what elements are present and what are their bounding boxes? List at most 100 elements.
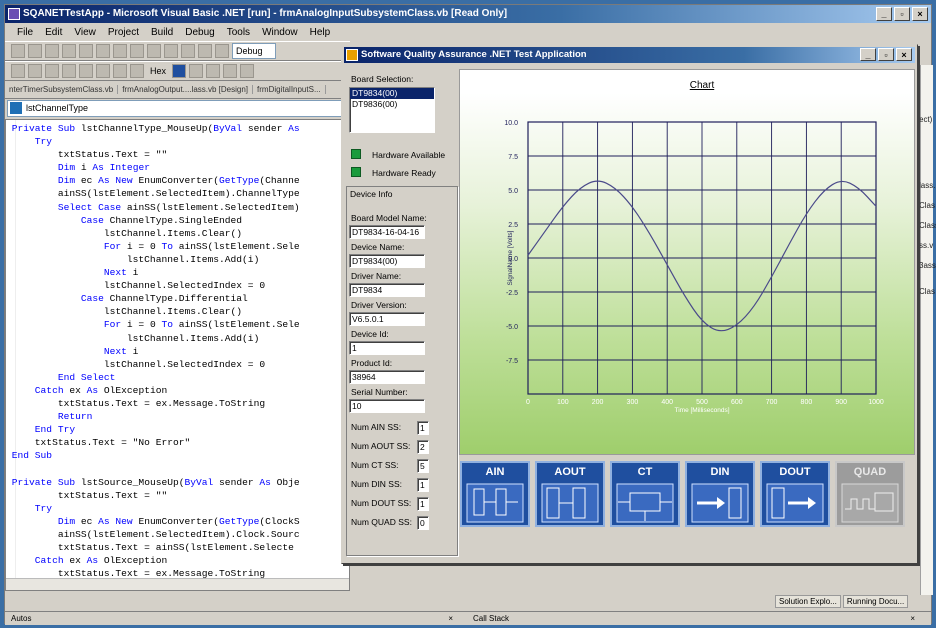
- serial-number-field[interactable]: 10: [349, 399, 425, 413]
- counter-timer-icon: [616, 483, 674, 523]
- menu-help[interactable]: Help: [304, 27, 337, 38]
- driver-version-field[interactable]: V6.5.0.1: [349, 312, 425, 326]
- din-button[interactable]: DIN: [685, 461, 755, 527]
- menu-debug[interactable]: Debug: [179, 27, 220, 38]
- menu-edit[interactable]: Edit: [39, 27, 68, 38]
- driver-name-field[interactable]: DT9834: [349, 283, 425, 297]
- quad-button[interactable]: QUAD: [835, 461, 905, 527]
- indent-icon[interactable]: [206, 64, 221, 78]
- code-text: ainSS(lstElement.SelectedItem).Clock.Sou…: [57, 528, 300, 540]
- tab-digital-input[interactable]: frmDigitalInputS...: [253, 85, 326, 94]
- num-aout-field[interactable]: 2: [417, 440, 429, 454]
- board-item[interactable]: DT9836(00): [350, 99, 434, 110]
- num-ain-field[interactable]: 1: [417, 421, 429, 435]
- autos-pane[interactable]: Autos ×: [5, 612, 467, 625]
- navigate-forward-icon[interactable]: [198, 44, 212, 58]
- close-icon[interactable]: ×: [896, 48, 912, 61]
- paste-icon[interactable]: [130, 44, 144, 58]
- start-icon[interactable]: [215, 44, 229, 58]
- num-din-field[interactable]: 1: [417, 478, 429, 492]
- close-icon[interactable]: ×: [912, 7, 928, 21]
- menu-tools[interactable]: Tools: [221, 27, 256, 38]
- solution-explorer-item[interactable]: Class: [919, 221, 936, 231]
- step-over-icon[interactable]: [113, 64, 127, 78]
- hex-toggle[interactable]: Hex: [147, 66, 169, 76]
- dout-button[interactable]: DOUT: [760, 461, 830, 527]
- minimize-icon[interactable]: _: [876, 7, 892, 21]
- menu-project[interactable]: Project: [102, 27, 145, 38]
- stop-icon[interactable]: [45, 64, 59, 78]
- member-combo[interactable]: lstChannelType: [7, 100, 347, 117]
- code-text: lstChannelType_MouseUp(: [80, 123, 214, 134]
- call-stack-title: Call Stack: [473, 614, 510, 623]
- code-horizontal-scrollbar[interactable]: [6, 578, 349, 590]
- code-keyword: As: [259, 476, 271, 488]
- device-id-field[interactable]: 1: [349, 341, 425, 355]
- solution-explorer-item[interactable]: ss.v: [919, 241, 933, 251]
- open-icon[interactable]: [45, 44, 59, 58]
- step-into-icon[interactable]: [96, 64, 110, 78]
- format-icon[interactable]: [189, 64, 204, 78]
- board-model-name-field[interactable]: DT9834-16-04-16: [349, 225, 425, 239]
- solution-config-combo[interactable]: Debug: [232, 43, 276, 59]
- solution-explorer-item[interactable]: lass.: [919, 181, 935, 191]
- ide-title-bar[interactable]: SQANETTestApp - Microsoft Visual Basic .…: [5, 5, 931, 23]
- close-icon[interactable]: ×: [448, 612, 453, 625]
- add-item-icon[interactable]: [28, 44, 42, 58]
- cut-icon[interactable]: [96, 44, 110, 58]
- code-keyword: Dim: [57, 515, 76, 527]
- restart-icon[interactable]: [62, 64, 76, 78]
- save-all-icon[interactable]: [79, 44, 93, 58]
- comment-icon[interactable]: [223, 64, 238, 78]
- code-text: ainSS(lstElement.Sele: [172, 319, 300, 331]
- num-quad-field[interactable]: 0: [417, 516, 429, 530]
- redo-icon[interactable]: [164, 44, 178, 58]
- break-all-icon[interactable]: [28, 64, 42, 78]
- num-ct-field[interactable]: 5: [417, 459, 429, 473]
- continue-icon[interactable]: [11, 64, 25, 78]
- copy-icon[interactable]: [113, 44, 127, 58]
- device-name-field[interactable]: DT9834(00): [349, 254, 425, 268]
- maximize-icon[interactable]: ▫: [894, 7, 910, 21]
- code-text: i = 0: [121, 319, 162, 331]
- maximize-icon[interactable]: ▫: [878, 48, 894, 61]
- close-icon[interactable]: ×: [910, 612, 915, 625]
- ct-button[interactable]: CT: [610, 461, 680, 527]
- tab-timer-subsystem[interactable]: nterTimerSubsystemClass.vb: [5, 85, 119, 94]
- show-next-statement-icon[interactable]: [79, 64, 93, 78]
- solution-explorer-item[interactable]: Clas: [919, 201, 935, 211]
- num-aout-label: Num AOUT SS:: [351, 441, 411, 451]
- product-id-field[interactable]: 38964: [349, 370, 425, 384]
- y-tick-label: 10.0: [504, 120, 518, 127]
- call-stack-pane[interactable]: Call Stack ×: [467, 612, 929, 625]
- num-dout-field[interactable]: 1: [417, 497, 429, 511]
- board-selection-list[interactable]: DT9834(00) DT9836(00): [349, 87, 435, 133]
- undo-icon[interactable]: [147, 44, 161, 58]
- tab-analog-output-design[interactable]: frmAnalogOutput....lass.vb [Design]: [118, 85, 254, 94]
- menu-build[interactable]: Build: [145, 27, 179, 38]
- breakpoints-icon[interactable]: [172, 64, 187, 78]
- ain-button[interactable]: AIN: [460, 461, 530, 527]
- new-project-icon[interactable]: [11, 44, 25, 58]
- menu-file[interactable]: File: [11, 27, 39, 38]
- code-keyword: As: [86, 555, 99, 567]
- test-app-title-bar[interactable]: Software Quality Assurance .NET Test App…: [344, 47, 915, 63]
- save-icon[interactable]: [62, 44, 76, 58]
- menu-view[interactable]: View: [68, 27, 102, 38]
- solution-explorer-item[interactable]: ect): [919, 115, 933, 125]
- code-line: Dim ec As New EnumConverter(GetType(Chan…: [6, 174, 300, 187]
- step-out-icon[interactable]: [130, 64, 144, 78]
- menu-window[interactable]: Window: [256, 27, 304, 38]
- minimize-icon[interactable]: _: [860, 48, 876, 61]
- aout-button[interactable]: AOUT: [535, 461, 605, 527]
- tab-running-documents[interactable]: Running Docu...: [842, 594, 909, 608]
- code-line: Try: [6, 502, 300, 515]
- code-editor[interactable]: Private Sub lstChannelType_MouseUp(ByVal…: [5, 119, 350, 591]
- board-item[interactable]: DT9834(00): [350, 88, 434, 99]
- tab-solution-explorer[interactable]: Solution Explo...: [775, 594, 841, 608]
- navigate-back-icon[interactable]: [181, 44, 195, 58]
- solution-explorer-item[interactable]: Clas: [919, 287, 935, 297]
- product-id-label: Product Id:: [351, 358, 393, 368]
- solution-explorer-item[interactable]: 3ass: [919, 261, 936, 271]
- bookmark-icon[interactable]: [240, 64, 255, 78]
